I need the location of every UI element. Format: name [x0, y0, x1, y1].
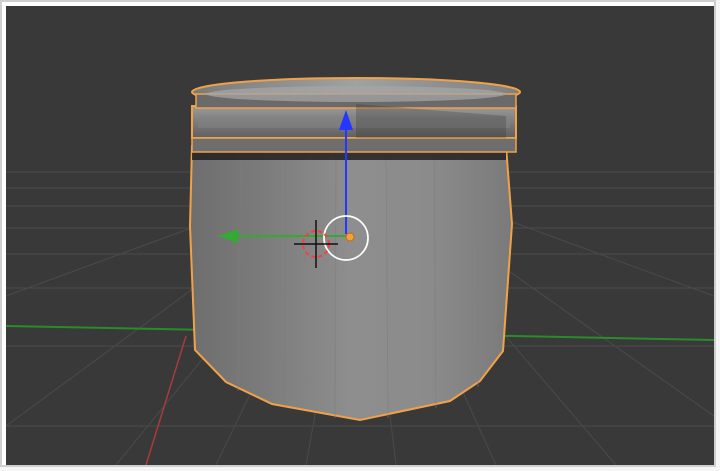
x-axis-line: [145, 335, 187, 465]
cylinder-object[interactable]: [188, 77, 521, 422]
3d-viewport[interactable]: [6, 6, 714, 465]
origin-point-icon: [345, 232, 355, 242]
screenshot-frame: [0, 0, 716, 467]
scene-svg: [6, 77, 714, 465]
